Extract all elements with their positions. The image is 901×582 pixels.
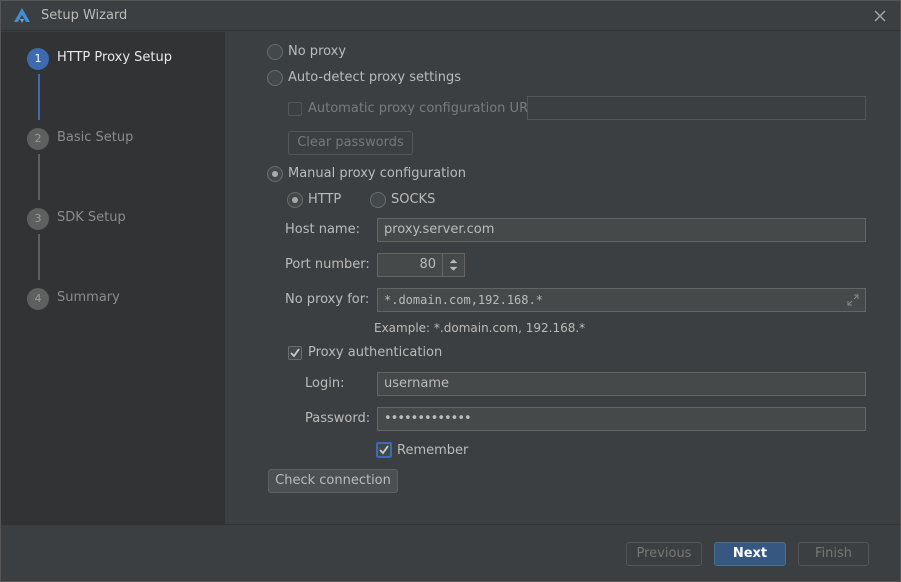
finish-button[interactable]: Finish <box>798 542 869 566</box>
no-proxy-for-value: *.domain.com,192.168.* <box>384 293 543 307</box>
auto-config-url-checkbox[interactable] <box>288 102 302 116</box>
step-label-sdk-setup: SDK Setup <box>57 210 126 225</box>
manual-proxy-radio[interactable] <box>267 166 283 182</box>
password-label: Password: <box>305 411 371 426</box>
window-title: Setup Wizard <box>41 8 128 23</box>
manual-proxy-label: Manual proxy configuration <box>288 166 466 181</box>
step-number-4: 4 <box>27 288 49 310</box>
proxy-authentication-label: Proxy authentication <box>308 345 443 360</box>
previous-button[interactable]: Previous <box>626 542 702 566</box>
clear-passwords-button[interactable]: Clear passwords <box>288 131 413 155</box>
socks-radio[interactable] <box>370 192 386 208</box>
auto-detect-radio[interactable] <box>267 70 283 86</box>
no-proxy-for-input[interactable]: *.domain.com,192.168.* <box>377 288 866 312</box>
host-name-input[interactable]: proxy.server.com <box>377 218 866 242</box>
setup-wizard-window: Setup Wizard 1 HTTP Proxy Setup 2 Basic … <box>0 0 901 582</box>
http-radio[interactable] <box>287 192 303 208</box>
no-proxy-example-text: Example: *.domain.com, 192.168.* <box>374 321 586 335</box>
no-proxy-label: No proxy <box>288 44 347 59</box>
check-connection-button[interactable]: Check connection <box>268 469 398 493</box>
app-logo-icon <box>14 8 30 23</box>
checkmark-icon <box>290 348 300 358</box>
step-label-basic-setup: Basic Setup <box>57 130 134 145</box>
close-icon[interactable] <box>870 6 890 26</box>
password-input[interactable]: ••••••••••••• <box>377 407 866 431</box>
port-number-label: Port number: <box>285 257 370 272</box>
proxy-settings-panel: No proxy Auto-detect proxy settings Auto… <box>225 32 900 524</box>
expand-icon[interactable] <box>847 294 859 306</box>
login-label: Login: <box>305 376 345 391</box>
step-number-3: 3 <box>27 208 49 230</box>
checkmark-icon <box>379 445 389 455</box>
auto-detect-label: Auto-detect proxy settings <box>288 70 462 85</box>
step-number-1: 1 <box>27 48 49 70</box>
step-number-2: 2 <box>27 128 49 150</box>
spinner-arrows-icon[interactable] <box>442 254 464 276</box>
step-connector-1 <box>38 74 40 120</box>
title-bar: Setup Wizard <box>1 1 900 31</box>
wizard-steps-sidebar: 1 HTTP Proxy Setup 2 Basic Setup 3 SDK S… <box>1 32 225 524</box>
port-number-value: 80 <box>419 257 436 272</box>
socks-label: SOCKS <box>391 192 436 207</box>
http-label: HTTP <box>308 192 342 207</box>
step-connector-2 <box>38 154 40 200</box>
no-proxy-radio[interactable] <box>267 44 283 60</box>
host-name-label: Host name: <box>285 222 360 237</box>
auto-config-url-input[interactable] <box>527 96 866 120</box>
remember-label: Remember <box>397 443 469 458</box>
remember-checkbox[interactable] <box>376 442 392 458</box>
step-label-http-proxy-setup: HTTP Proxy Setup <box>57 50 172 65</box>
step-label-summary: Summary <box>57 290 120 305</box>
no-proxy-for-label: No proxy for: <box>285 292 370 307</box>
proxy-authentication-checkbox[interactable] <box>288 346 302 360</box>
port-number-input[interactable]: 80 <box>377 253 465 277</box>
wizard-footer: Previous Next Finish <box>1 524 900 581</box>
step-connector-3 <box>38 234 40 280</box>
next-button[interactable]: Next <box>714 542 786 566</box>
auto-config-url-label: Automatic proxy configuration URL: <box>308 101 540 116</box>
login-input[interactable]: username <box>377 372 866 396</box>
